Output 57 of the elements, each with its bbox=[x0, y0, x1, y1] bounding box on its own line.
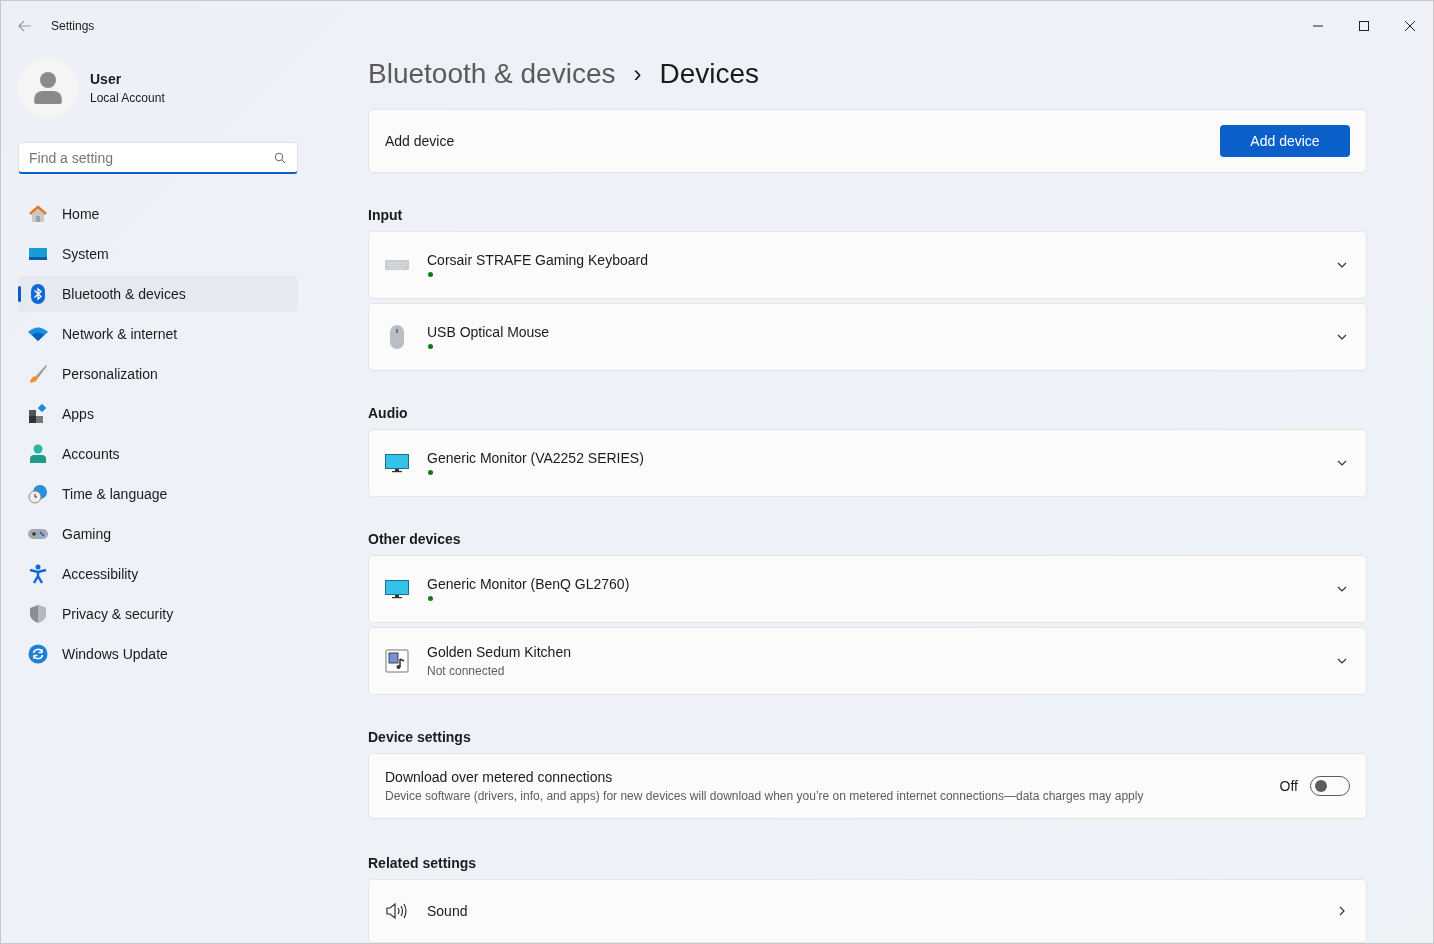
nav-item[interactable]: Gaming bbox=[18, 516, 298, 552]
nav-item[interactable]: Privacy & security bbox=[18, 596, 298, 632]
account-type: Local Account bbox=[90, 91, 165, 105]
nav-item[interactable]: Accounts bbox=[18, 436, 298, 472]
section-heading: Audio bbox=[368, 405, 409, 421]
device-name: Generic Monitor (VA2252 SERIES) bbox=[427, 450, 644, 467]
globe-clock-icon bbox=[28, 484, 48, 504]
breadcrumb-separator: › bbox=[633, 60, 642, 89]
refresh-icon bbox=[28, 644, 48, 664]
section-heading: Other devices bbox=[368, 531, 462, 547]
device-card[interactable]: Golden Sedum Kitchen Not connected bbox=[368, 627, 1367, 695]
speaker-icon bbox=[385, 900, 407, 921]
page-title: Devices bbox=[659, 58, 760, 91]
person-icon bbox=[28, 444, 48, 464]
setting-description: Device software (drivers, info, and apps) for new devices will download when you’re on metered internet connections—data charges may apply bbox=[385, 788, 1144, 803]
add-device-button[interactable]: Add device bbox=[1220, 124, 1350, 157]
device-name: Corsair STRAFE Gaming Keyboard bbox=[427, 252, 648, 269]
search-icon bbox=[274, 152, 286, 164]
device-card[interactable]: Generic Monitor (BenQ GL2760) bbox=[368, 555, 1367, 623]
device-name: Golden Sedum Kitchen bbox=[427, 644, 571, 660]
device-name: Generic Monitor (BenQ GL2760) bbox=[427, 576, 630, 593]
device-status: Not connected bbox=[427, 664, 506, 678]
shield-icon bbox=[28, 604, 48, 624]
accessibility-icon bbox=[28, 564, 48, 584]
toggle-state-label: Off bbox=[1279, 777, 1298, 794]
monitor-icon bbox=[385, 577, 409, 601]
search-field[interactable]: Find a setting bbox=[18, 142, 298, 174]
nav-item[interactable]: Time & language bbox=[18, 476, 298, 512]
section-heading: Input bbox=[368, 207, 404, 223]
nav-item[interactable]: Home bbox=[18, 196, 298, 232]
avatar-icon bbox=[18, 58, 78, 118]
device-card[interactable]: Corsair STRAFE Gaming Keyboard bbox=[368, 231, 1367, 299]
bluetooth-icon bbox=[28, 284, 48, 304]
setting-label: Download over metered connections bbox=[385, 768, 614, 785]
nav-item[interactable]: Personalization bbox=[18, 356, 298, 392]
nav-item[interactable]: System bbox=[18, 236, 298, 272]
apps-icon bbox=[28, 404, 48, 424]
window-title: Settings bbox=[51, 18, 95, 33]
nav-item[interactable]: Bluetooth & devices bbox=[18, 276, 298, 312]
add-device-label: Add device bbox=[385, 132, 455, 149]
related-setting-label: Sound bbox=[427, 902, 468, 919]
breadcrumb-link[interactable]: Bluetooth & devices bbox=[368, 58, 616, 91]
nav-item[interactable]: Apps bbox=[18, 396, 298, 432]
nav-item[interactable]: Network & internet bbox=[18, 316, 298, 352]
related-setting-card[interactable]: Sound bbox=[368, 878, 1367, 943]
device-card[interactable]: USB Optical Mouse bbox=[368, 303, 1367, 371]
home-icon bbox=[28, 204, 48, 224]
nav-item[interactable]: Accessibility bbox=[18, 556, 298, 592]
device-name: USB Optical Mouse bbox=[427, 324, 550, 341]
device-card[interactable]: Generic Monitor (VA2252 SERIES) bbox=[368, 429, 1367, 497]
paintbrush-icon bbox=[28, 364, 48, 384]
nav-item[interactable]: Windows Update bbox=[18, 636, 298, 672]
user-name: User bbox=[90, 71, 123, 87]
section-heading: Related settings bbox=[368, 854, 478, 871]
monitor-icon bbox=[385, 451, 409, 475]
section-heading: Device settings bbox=[368, 729, 472, 745]
media-device-icon bbox=[385, 649, 409, 673]
